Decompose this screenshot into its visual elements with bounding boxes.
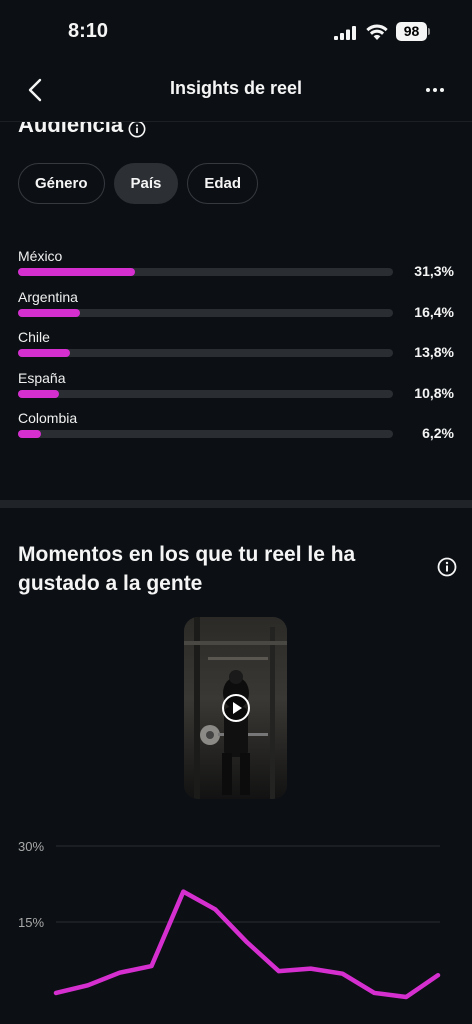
country-list: México 31,3% Argentina 16,4% Chile 13,8%… — [18, 248, 458, 451]
y-tick-label: 15% — [18, 915, 44, 930]
country-row: España 10,8% — [18, 370, 458, 411]
page-title: Insights de reel — [169, 78, 303, 98]
battery-tip — [428, 28, 430, 35]
y-tick-label: 30% — [18, 839, 44, 854]
country-row: Colombia 6,2% — [18, 410, 458, 451]
country-bar-fill — [18, 389, 59, 398]
country-percentage: 16,4% — [414, 303, 454, 320]
section-divider — [0, 500, 472, 508]
country-row: México 31,3% — [18, 248, 458, 289]
battery-indicator: 98 — [396, 22, 430, 41]
country-percentage: 10,8% — [414, 384, 454, 401]
country-name: España — [18, 369, 66, 386]
country-bar-track — [18, 430, 393, 438]
moments-title: Momentos en los que tu reel le ha gustad… — [18, 543, 356, 595]
country-name: Chile — [18, 329, 50, 345]
country-name: México — [18, 248, 63, 264]
country-bar-track — [18, 268, 393, 276]
country-bar-fill — [18, 268, 136, 276]
play-icon[interactable] — [221, 693, 251, 723]
country-bar-fill — [18, 308, 80, 317]
country-bar-fill — [18, 349, 70, 357]
reel-thumbnail[interactable] — [184, 617, 287, 799]
country-bar-track — [18, 389, 393, 398]
moments-info-icon[interactable] — [437, 557, 457, 577]
country-name: Colombia — [18, 410, 78, 426]
status-bar: 8:10 98 — [0, 0, 472, 62]
tab-age[interactable]: Edad — [187, 163, 259, 204]
tab-gender[interactable]: Género — [18, 163, 105, 204]
country-bar-track — [18, 349, 393, 357]
audience-info-icon[interactable] — [128, 120, 146, 138]
country-name: Argentina — [18, 288, 78, 305]
country-percentage: 13,8% — [414, 344, 454, 360]
country-percentage: 6,2% — [422, 425, 454, 441]
chart-series-line — [53, 889, 441, 1000]
tab-country[interactable]: País — [113, 163, 179, 204]
country-percentage: 31,3% — [414, 263, 454, 279]
wifi-icon — [366, 24, 388, 40]
more-options-icon[interactable] — [422, 80, 448, 100]
country-row: Chile 13,8% — [18, 329, 458, 370]
status-time: 8:10 — [68, 20, 109, 42]
country-row: Argentina 16,4% — [18, 289, 458, 330]
moments-chart: 30% 15% — [18, 839, 441, 1000]
country-bar-track — [18, 308, 393, 317]
battery-level: 98 — [396, 22, 427, 41]
audience-tabs: Género País Edad — [18, 163, 259, 204]
country-bar-fill — [18, 430, 42, 438]
nav-bar: Insights de reel — [0, 62, 472, 122]
cellular-signal-icon — [334, 26, 356, 40]
